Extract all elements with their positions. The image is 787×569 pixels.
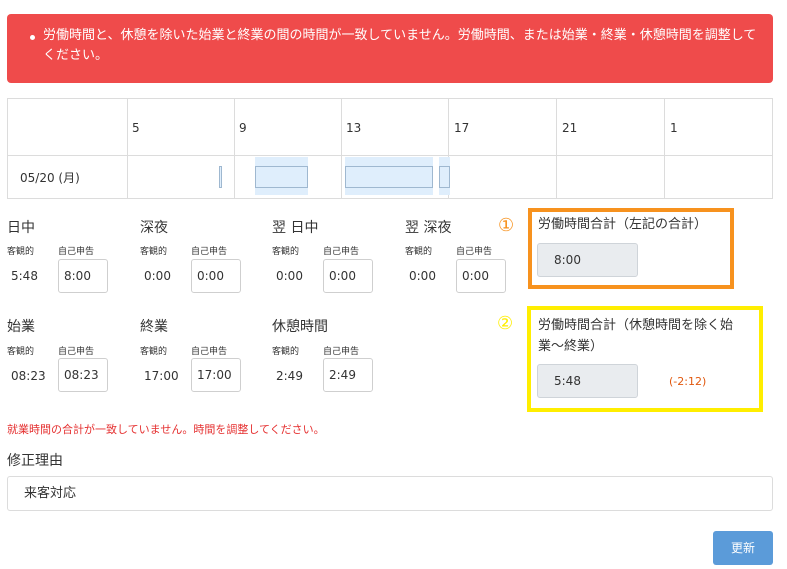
validation-error: 就業時間の合計が一致していません。時間を調整してください。 (7, 423, 325, 436)
late-night-objective-value: 0:00 (144, 269, 171, 283)
late-night-label: 深夜 (140, 220, 168, 236)
self-report-label: 自己申告 (323, 347, 360, 357)
start-self-input[interactable]: 08:23 (58, 358, 108, 392)
start-label: 始業 (7, 319, 35, 335)
break-objective-value: 2:49 (276, 369, 303, 383)
update-button[interactable]: 更新 (713, 531, 773, 565)
total-sum-title: 労働時間合計（左記の合計） (538, 217, 708, 232)
objective-label: 客観的 (272, 347, 300, 357)
late-night-self-input[interactable]: 0:00 (191, 259, 241, 293)
objective-label: 客観的 (7, 347, 35, 357)
marker-1-icon: ① (498, 215, 515, 236)
break-label: 休憩時間 (272, 319, 328, 335)
grid-line (341, 99, 342, 198)
next-day-daytime-self-input[interactable]: 0:00 (323, 259, 373, 293)
error-alert: 労働時間と、休憩を除いた始業と終業の間の時間が一致していません。労働時間、または… (7, 14, 773, 83)
objective-label: 客観的 (405, 247, 433, 257)
self-report-label: 自己申告 (58, 247, 95, 257)
next-day-late-night-label: 翌 深夜 (405, 220, 452, 236)
bullet-icon (30, 35, 35, 40)
work-segment (219, 166, 222, 188)
daytime-label: 日中 (7, 220, 35, 236)
self-report-label: 自己申告 (191, 347, 228, 357)
reason-input[interactable]: 来客対応 (7, 476, 773, 511)
grid-line (127, 99, 128, 198)
timeline-grid: 5 9 13 17 21 1 05/20 (月) (7, 98, 773, 199)
self-report-label: 自己申告 (58, 347, 95, 357)
tick-label: 9 (239, 121, 247, 135)
difference-value: (-2:12) (669, 375, 707, 388)
grid-line (234, 99, 235, 198)
total-span-title: 労働時間合計（休憩時間を除く始業〜終業） (538, 318, 734, 354)
objective-label: 客観的 (140, 247, 168, 257)
objective-label: 客観的 (140, 347, 168, 357)
tick-label: 21 (562, 121, 578, 135)
break-self-input[interactable]: 2:49 (323, 358, 373, 392)
next-day-late-night-self-input[interactable]: 0:00 (456, 259, 506, 293)
self-report-label: 自己申告 (191, 247, 228, 257)
daytime-self-input[interactable]: 8:00 (58, 259, 108, 293)
tick-label: 13 (346, 121, 362, 135)
end-self-input[interactable]: 17:00 (191, 358, 241, 392)
total-sum-field: 8:00 (537, 243, 638, 277)
total-span-field: 5:48 (537, 364, 638, 398)
objective-label: 客観的 (272, 247, 300, 257)
work-segment (439, 166, 450, 188)
end-objective-value: 17:00 (144, 369, 179, 383)
tick-label: 5 (132, 121, 140, 135)
end-label: 終業 (140, 319, 168, 335)
next-day-daytime-label: 翌 日中 (272, 220, 319, 236)
marker-2-icon: ② (497, 313, 514, 334)
work-segment (255, 166, 308, 188)
self-report-label: 自己申告 (456, 247, 493, 257)
work-segment (345, 166, 433, 188)
self-report-label: 自己申告 (323, 247, 360, 257)
alert-message: 労働時間と、休憩を除いた始業と終業の間の時間が一致していません。労働時間、または… (43, 28, 757, 63)
objective-label: 客観的 (7, 247, 35, 257)
row-date: 05/20 (月) (20, 171, 80, 185)
next-day-daytime-objective-value: 0:00 (276, 269, 303, 283)
start-objective-value: 08:23 (11, 369, 46, 383)
tick-label: 1 (670, 121, 678, 135)
tick-label: 17 (454, 121, 470, 135)
grid-line (556, 99, 557, 198)
grid-line (8, 155, 772, 156)
grid-line (664, 99, 665, 198)
reason-label: 修正理由 (7, 453, 63, 469)
daytime-objective-value: 5:48 (11, 269, 38, 283)
next-day-late-night-objective-value: 0:00 (409, 269, 436, 283)
